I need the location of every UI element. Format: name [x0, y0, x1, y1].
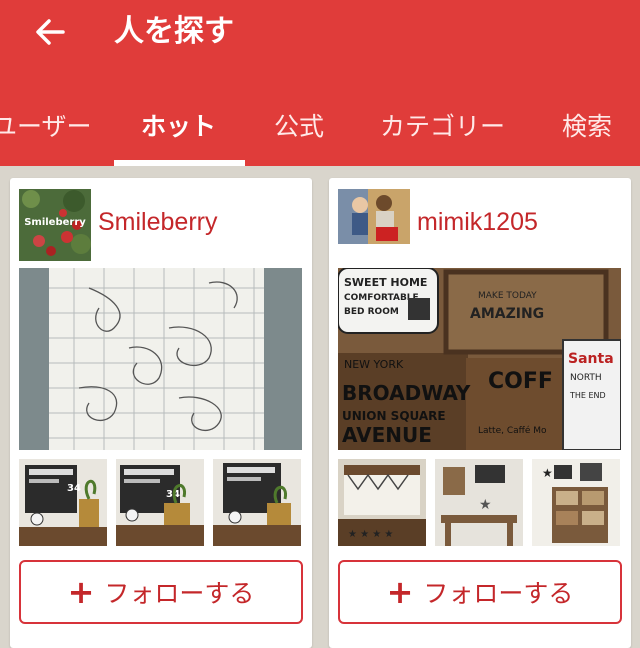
photo-text: COFF — [488, 369, 553, 394]
thumb-photo[interactable] — [213, 459, 301, 546]
thumb-photo[interactable]: ★ — [435, 459, 523, 546]
follow-label: フォローする — [423, 579, 574, 608]
photo-text: Santa — [568, 351, 614, 367]
username[interactable]: Smileberry — [98, 208, 217, 237]
photo-shelf: 34 — [19, 459, 107, 546]
photo-text: MAKE TODAY — [478, 291, 537, 301]
tab-bar: ユーザー ホット 公式 カテゴリー 検索 — [0, 98, 640, 166]
photo-shelf — [213, 459, 301, 546]
tab-users[interactable]: ユーザー — [0, 98, 92, 160]
thumb-text: 34 — [67, 483, 81, 494]
follow-button[interactable]: + フォローする — [338, 560, 622, 624]
photo-text: THE END — [569, 391, 606, 400]
page-title: 人を探す — [114, 14, 234, 49]
back-button[interactable] — [30, 12, 70, 52]
follow-button[interactable]: + フォローする — [19, 560, 303, 624]
photo-text: SWEET HOME — [344, 276, 427, 289]
svg-text:★: ★ — [542, 466, 553, 480]
main-photo[interactable]: SWEET HOME COMFORTABLE BED ROOM MAKE TOD… — [338, 268, 621, 450]
follow-label: フォローする — [104, 579, 255, 608]
photo-sketch-window — [19, 268, 302, 450]
username[interactable]: mimik1205 — [417, 208, 538, 237]
user-card-mimik1205[interactable]: mimik1205 SWEET HOME COMFORTABLE BED ROO… — [329, 178, 631, 648]
photo-text: BED ROOM — [344, 307, 399, 317]
avatar[interactable]: Smileberry — [19, 189, 91, 261]
user-card-smileberry[interactable]: Smileberry Smileberry 34 34 + フォローする — [10, 178, 312, 648]
photo-signs: SWEET HOME COMFORTABLE BED ROOM MAKE TOD… — [338, 268, 621, 450]
tab-official[interactable]: 公式 — [274, 98, 324, 160]
photo-text: AVENUE — [342, 423, 432, 447]
photo-text: AMAZING — [470, 306, 544, 322]
tab-category[interactable]: カテゴリー — [380, 98, 505, 160]
photo-shelf: 34 — [116, 459, 204, 546]
tab-hot[interactable]: ホット — [141, 98, 216, 160]
photo-window-shelf: ★ ★ ★ ★ — [338, 459, 426, 546]
thumb-photo[interactable]: 34 — [116, 459, 204, 546]
plus-icon: + — [386, 573, 414, 611]
svg-text:★ ★ ★ ★: ★ ★ ★ ★ — [348, 529, 393, 540]
photo-text: COMFORTABLE — [344, 293, 419, 303]
plus-icon: + — [67, 573, 95, 611]
photo-shelves: ★ — [532, 459, 620, 546]
photo-text: NEW YORK — [344, 358, 404, 371]
avatar-text: Smileberry — [24, 217, 86, 228]
thumb-photo[interactable]: ★ — [532, 459, 620, 546]
photo-text: Latte, Caffé Mo — [478, 425, 547, 436]
thumb-photo[interactable]: 34 — [19, 459, 107, 546]
photo-text: BROADWAY — [342, 381, 471, 405]
photo-text: UNION SQUARE — [342, 409, 446, 423]
photo-text: NORTH — [570, 373, 602, 383]
svg-text:★: ★ — [479, 497, 492, 513]
avatar-image: Smileberry — [19, 189, 91, 261]
avatar[interactable] — [338, 189, 410, 244]
main-photo[interactable] — [19, 268, 302, 450]
thumb-photo[interactable]: ★ ★ ★ ★ — [338, 459, 426, 546]
photo-desk: ★ — [435, 459, 523, 546]
tab-indicator — [114, 160, 245, 166]
arrow-left-icon — [36, 19, 65, 45]
app-bar: 人を探す ユーザー ホット 公式 カテゴリー 検索 — [0, 0, 640, 166]
avatar-image — [338, 189, 410, 244]
tab-search[interactable]: 検索 — [562, 98, 612, 160]
